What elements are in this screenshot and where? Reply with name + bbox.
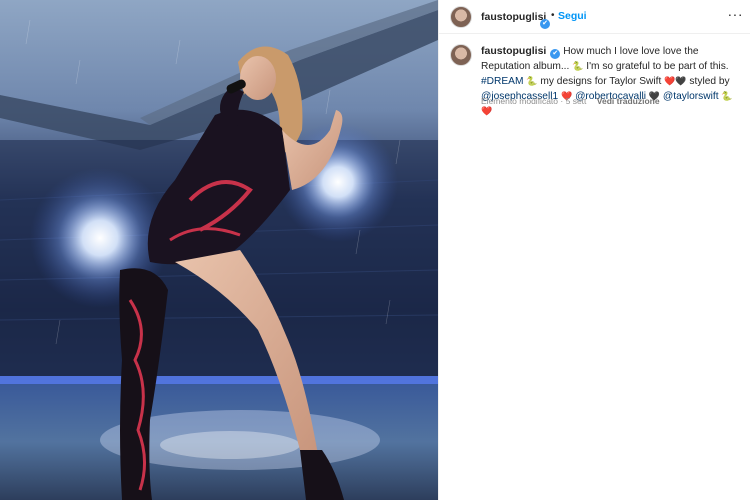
hashtag-link[interactable]: #DREAM: [481, 76, 523, 87]
header-separator: •: [551, 10, 555, 21]
caption-avatar[interactable]: [450, 44, 472, 66]
meta-separator: ·: [560, 96, 564, 106]
edited-label: Elemento modificato: [481, 96, 559, 106]
post-photo[interactable]: [0, 0, 438, 500]
caption-text-4: styled by: [686, 76, 730, 87]
post-panel: faustopuglisi ✔ • Segui ··· faustopuglis…: [438, 0, 750, 500]
caption-verified-icon: ✔: [550, 49, 561, 59]
follow-button[interactable]: Segui: [558, 10, 587, 22]
verified-icon: ✔: [540, 19, 550, 29]
see-translation-button[interactable]: Vedi traduzione: [597, 96, 660, 106]
caption-text-2: I'm so grateful to be part of this.: [583, 61, 729, 72]
caption-text: faustopuglisi ✔ How much I love love love…: [481, 44, 743, 119]
caption-username[interactable]: faustopuglisi: [481, 45, 546, 57]
caption-meta: Elemento modificato · 5 sett Vedi traduz…: [481, 96, 660, 106]
header-username[interactable]: faustopuglisi: [481, 11, 546, 23]
post-time[interactable]: 5 sett: [566, 96, 587, 106]
snake-emoji: 🐍: [572, 61, 584, 71]
mention-link-taylorswift[interactable]: @taylorswift: [663, 91, 719, 102]
snake-emoji-2: 🐍: [526, 76, 538, 86]
hearts-emoji: ❤️🖤: [664, 76, 687, 86]
verified-badge-wrap: ✔: [538, 11, 550, 29]
concert-photo-illustration: [0, 0, 438, 500]
post-header: faustopuglisi ✔ • Segui ···: [439, 0, 750, 34]
more-options-icon[interactable]: ···: [728, 6, 744, 22]
caption-text-3: my designs for Taylor Swift: [537, 76, 665, 87]
avatar[interactable]: [450, 6, 472, 28]
